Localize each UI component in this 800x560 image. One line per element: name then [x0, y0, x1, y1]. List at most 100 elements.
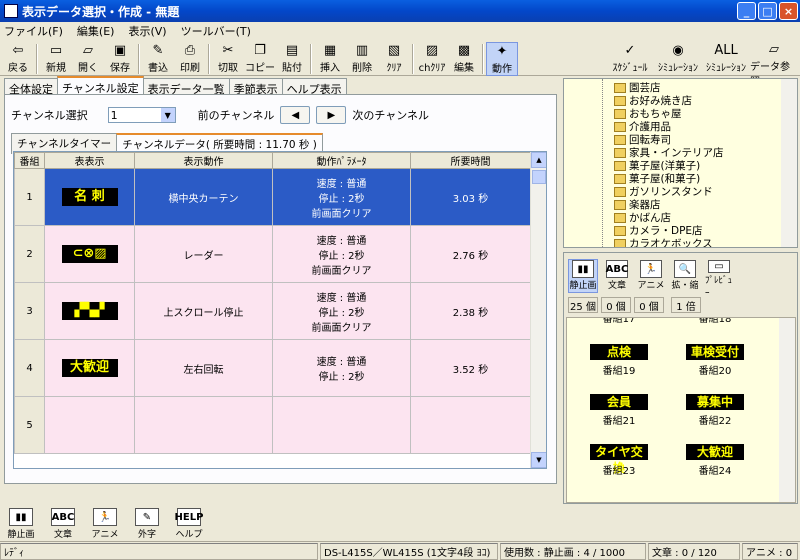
toolbar-button-10[interactable]: ▥ 削除: [346, 42, 378, 76]
table-row[interactable]: 1 名 刺横中央カーテン 速度 : 普通 停止 : 2秒 前画面クリア 3.03 秒: [14, 168, 531, 226]
row-params: 速度 : 普通 停止 : 2秒 前画面クリア: [272, 282, 411, 340]
delete-icon: ▥: [355, 42, 369, 58]
tab-channel[interactable]: チャンネル設定: [57, 76, 144, 95]
tab-general[interactable]: 全体設定: [4, 78, 58, 96]
simulation-icon: ◉: [672, 42, 684, 58]
next-channel-button[interactable]: ▶: [316, 106, 347, 124]
toolbar-button-7[interactable]: ❐ コピー: [244, 42, 276, 76]
gallery-thumbnail: 大歓迎: [686, 444, 744, 460]
motion-icon: ✦: [496, 43, 508, 59]
library-tool-icon: ▭: [708, 260, 730, 273]
toolbar-right-button-3[interactable]: ▱データ参照: [750, 42, 798, 88]
status-model: DS-L415S／WL415S (1文字4段 ﾖｺ): [320, 542, 498, 560]
row-time: [410, 396, 531, 454]
library-tool-4[interactable]: ▭ ﾌﾟﾚﾋﾞｭｰ: [704, 259, 734, 299]
cut-icon: ✂: [222, 42, 234, 58]
gallery-item[interactable]: 募集中 番組22: [681, 394, 749, 427]
gallery-item[interactable]: 会員 番組21: [585, 394, 653, 427]
toolbar-button-3[interactable]: ▣ 保存: [104, 42, 136, 76]
toolbar-button-2[interactable]: ▱ 開く: [72, 42, 104, 76]
menu-edit[interactable]: 編集(E): [77, 23, 115, 39]
table-row[interactable]: 2 ⊂⊗▨ レーダー 速度 : 普通 停止 : 2秒 前画面クリア 2.76 秒: [14, 225, 531, 283]
row-action: 上スクロール停止: [134, 282, 273, 340]
channel-panel: チャンネル選択 1 ▼ 前のチャンネル ◀ ▶ 次のチャンネル チャンネルタイマ…: [4, 94, 557, 484]
toolbar-label: 動作: [492, 64, 512, 75]
tree-item[interactable]: カラオケボックス: [614, 237, 713, 247]
tab-help-display[interactable]: ヘルプ表示: [281, 78, 347, 96]
toolbar-label: 開く: [78, 63, 98, 74]
channel-select-label: チャンネル選択: [11, 109, 88, 122]
gallery-item[interactable]: 番組18: [681, 318, 749, 325]
bottom-tool-4[interactable]: HELP ヘルプ: [172, 508, 206, 540]
grid-scrollbar[interactable]: ▲ ▼: [530, 152, 546, 468]
scroll-down-icon[interactable]: ▼: [531, 452, 546, 468]
gallery-item[interactable]: 車検受付 番組20: [681, 344, 749, 377]
toolbar-button-14[interactable]: ✦ 動作: [486, 42, 518, 76]
scroll-thumb[interactable]: [532, 170, 546, 184]
menu-file[interactable]: ファイル(F): [4, 23, 63, 39]
gallery-thumbnail: 募集中: [686, 394, 744, 410]
row-action: [134, 396, 273, 454]
toolbar-button-12[interactable]: ▨ chｸﾘｱ: [416, 42, 448, 76]
gallery-item[interactable]: 番組17: [585, 318, 653, 325]
library-tool-icon: ▮▮: [572, 260, 594, 278]
scroll-up-icon[interactable]: ▲: [531, 152, 546, 168]
app-icon: [4, 4, 18, 18]
toolbar-button-5[interactable]: ⎙ 印刷: [174, 42, 206, 76]
chevron-down-icon: ▼: [160, 108, 175, 122]
menu-toolbar[interactable]: ツールバー(T): [181, 23, 251, 39]
insert-icon: ▦: [323, 42, 337, 58]
bottom-tool-3[interactable]: ✎ 外字: [130, 508, 164, 540]
maximize-button[interactable]: □: [758, 2, 777, 20]
toolbar-button-8[interactable]: ▤ 貼付: [276, 42, 308, 76]
toolbar-button-9[interactable]: ▦ 挿入: [314, 42, 346, 76]
folder-icon: [614, 173, 626, 184]
prev-channel-button[interactable]: ◀: [280, 106, 311, 124]
schedule-icon: ✓: [624, 42, 636, 58]
toolbar-right-button-0[interactable]: ✓ ｽｹｼﾞｭｰﾙ: [606, 42, 654, 76]
bottom-tool-1[interactable]: ABC 文章: [46, 508, 80, 540]
program-grid: 番組 表表示 表示動作 動作ﾊﾟﾗﾒｰﾀ 所要時間 1 名 刺横中央カーテン 速度 …: [13, 151, 547, 469]
menu-view[interactable]: 表示(V): [128, 23, 166, 39]
toolbar-button-1[interactable]: ▭ 新規: [40, 42, 72, 76]
channel-select[interactable]: 1 ▼: [107, 107, 176, 123]
edit-icon: ▩: [457, 42, 471, 58]
tree-scrollbar[interactable]: [781, 79, 797, 247]
toolbar-button-4[interactable]: ✎ 書込: [142, 42, 174, 76]
table-row[interactable]: 5: [14, 396, 531, 454]
close-button[interactable]: ×: [779, 2, 798, 20]
row-params: 速度 : 普通 停止 : 2秒 前画面クリア: [272, 225, 411, 283]
count-anime: 0 個: [634, 297, 664, 313]
toolbar-button-13[interactable]: ▩ 編集: [448, 42, 480, 76]
next-channel-label: 次のチャンネル: [352, 109, 430, 122]
minimize-button[interactable]: _: [737, 2, 756, 20]
category-tree: 園芸店 お好み焼き店 おもちゃ屋 介護用品 回転寿司 家具・インテリア店 菓子屋(洋菓子) 菓…: [563, 78, 798, 248]
table-row[interactable]: 4 大歓迎 左右回転 速度 : 普通 停止 : 2秒 3.52 秒: [14, 339, 531, 397]
row-number: 3: [14, 282, 45, 340]
display-thumbnail: ▞▚▞: [61, 302, 118, 320]
toolbar-button-0[interactable]: ⇦ 戻る: [2, 42, 34, 76]
table-row[interactable]: 3 ▞▚▞ 上スクロール停止 速度 : 普通 停止 : 2秒 前画面クリア 2.38 秒: [14, 282, 531, 340]
toolbar-button-11[interactable]: ▧ ｸﾘｱ: [378, 42, 410, 76]
col-header-display: 表表示: [44, 152, 135, 169]
library-tool-3[interactable]: 🔍 拡・縮: [670, 259, 700, 293]
bottom-tool-0[interactable]: ▮▮ 静止画: [4, 508, 38, 540]
gallery-item[interactable]: タイヤ交換 番組23: [585, 444, 653, 477]
toolbar-right-button-1[interactable]: ◉ ｼﾐｭﾚｰｼｮﾝ: [654, 42, 702, 76]
gallery-item[interactable]: 大歓迎 番組24: [681, 444, 749, 477]
toolbar-right-button-2[interactable]: ALL ｼﾐｭﾚｰｼｮﾝ: [702, 42, 750, 76]
col-header-params: 動作ﾊﾟﾗﾒｰﾀ: [272, 152, 411, 169]
library-tool-2[interactable]: 🏃 アニメ: [636, 259, 666, 293]
row-thumbnail: ⊂⊗▨: [44, 225, 135, 283]
tab-display-list[interactable]: 表示データ一覧: [142, 78, 230, 96]
gallery-scrollbar[interactable]: [779, 318, 795, 502]
gallery-item[interactable]: 点検 番組19: [585, 344, 653, 377]
folder-icon: [614, 108, 626, 119]
tab-season[interactable]: 季節表示: [228, 78, 283, 96]
toolbar-label: 挿入: [320, 63, 340, 74]
gallery-thumbnail: 点検: [590, 344, 648, 360]
toolbar-button-6[interactable]: ✂ 切取: [212, 42, 244, 76]
library-tool-0[interactable]: ▮▮ 静止画: [568, 259, 598, 293]
library-tool-1[interactable]: ABC 文章: [602, 259, 632, 293]
bottom-tool-2[interactable]: 🏃 アニメ: [88, 508, 122, 540]
